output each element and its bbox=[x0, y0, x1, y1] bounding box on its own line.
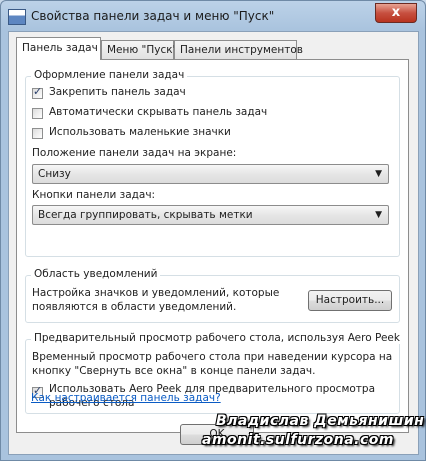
position-value: Снизу bbox=[38, 168, 71, 180]
position-label: Положение панели задач на экране: bbox=[32, 147, 237, 159]
help-link[interactable]: Как настраивается панель задач? bbox=[31, 392, 221, 404]
small-icons-checkbox[interactable] bbox=[32, 128, 43, 139]
notifications-text-1: Настройка значков и уведомлений, которые bbox=[32, 287, 280, 299]
aero-peek-text-2: кнопку "Свернуть все окна" в конце панел… bbox=[32, 365, 316, 377]
tab-start-menu[interactable]: Меню "Пуск" bbox=[101, 40, 177, 59]
chevron-down-icon: ▼ bbox=[375, 210, 382, 220]
close-button[interactable]: x bbox=[375, 3, 417, 23]
window-title: Свойства панели задач и меню "Пуск" bbox=[31, 9, 275, 23]
appearance-group: Оформление панели задач ✓ Закрепить пане… bbox=[25, 69, 400, 257]
autohide-checkbox[interactable] bbox=[32, 108, 43, 119]
title-bar[interactable]: Свойства панели задач и меню "Пуск" x bbox=[1, 1, 425, 31]
tab-toolbars[interactable]: Панели инструментов bbox=[174, 40, 303, 59]
tab-taskbar[interactable]: Панель задач bbox=[16, 37, 101, 60]
checkmark-icon: ✓ bbox=[33, 85, 43, 98]
appearance-legend: Оформление панели задач bbox=[31, 69, 188, 81]
lock-taskbar-checkbox[interactable]: ✓ bbox=[32, 85, 43, 99]
aero-peek-legend: Предварительный просмотр рабочего стола,… bbox=[31, 332, 403, 344]
chevron-down-icon: ▼ bbox=[375, 169, 382, 179]
watermark-author: Владислав Демьянишин bbox=[216, 413, 425, 429]
taskbar-app-icon bbox=[8, 9, 26, 25]
buttons-select[interactable]: Всегда группировать, скрывать метки ▼ bbox=[32, 205, 389, 225]
autohide-label[interactable]: Автоматически скрывать панель задач bbox=[49, 106, 267, 118]
lock-taskbar-label[interactable]: Закрепить панель задач bbox=[49, 86, 186, 98]
notifications-text-2: появляются в области уведомлений. bbox=[32, 301, 237, 313]
position-select[interactable]: Снизу ▼ bbox=[32, 164, 389, 184]
buttons-label: Кнопки панели задач: bbox=[32, 189, 156, 201]
notifications-legend: Область уведомлений bbox=[31, 268, 161, 280]
aero-peek-text-1: Временный просмотр рабочего стола при на… bbox=[32, 351, 393, 363]
watermark-site: amonit.sulfurzona.com bbox=[202, 432, 394, 448]
tab-panel-taskbar: Оформление панели задач ✓ Закрепить пане… bbox=[16, 59, 409, 433]
small-icons-label[interactable]: Использовать маленькие значки bbox=[49, 126, 231, 138]
notifications-group: Область уведомлений Настройка значков и … bbox=[25, 268, 400, 323]
buttons-value: Всегда группировать, скрывать метки bbox=[38, 209, 253, 221]
properties-window: Свойства панели задач и меню "Пуск" x Па… bbox=[0, 0, 426, 461]
customize-button[interactable]: Настроить... bbox=[308, 290, 392, 311]
dialog-client: Панель задач Меню "Пуск" Панели инструме… bbox=[8, 31, 419, 455]
